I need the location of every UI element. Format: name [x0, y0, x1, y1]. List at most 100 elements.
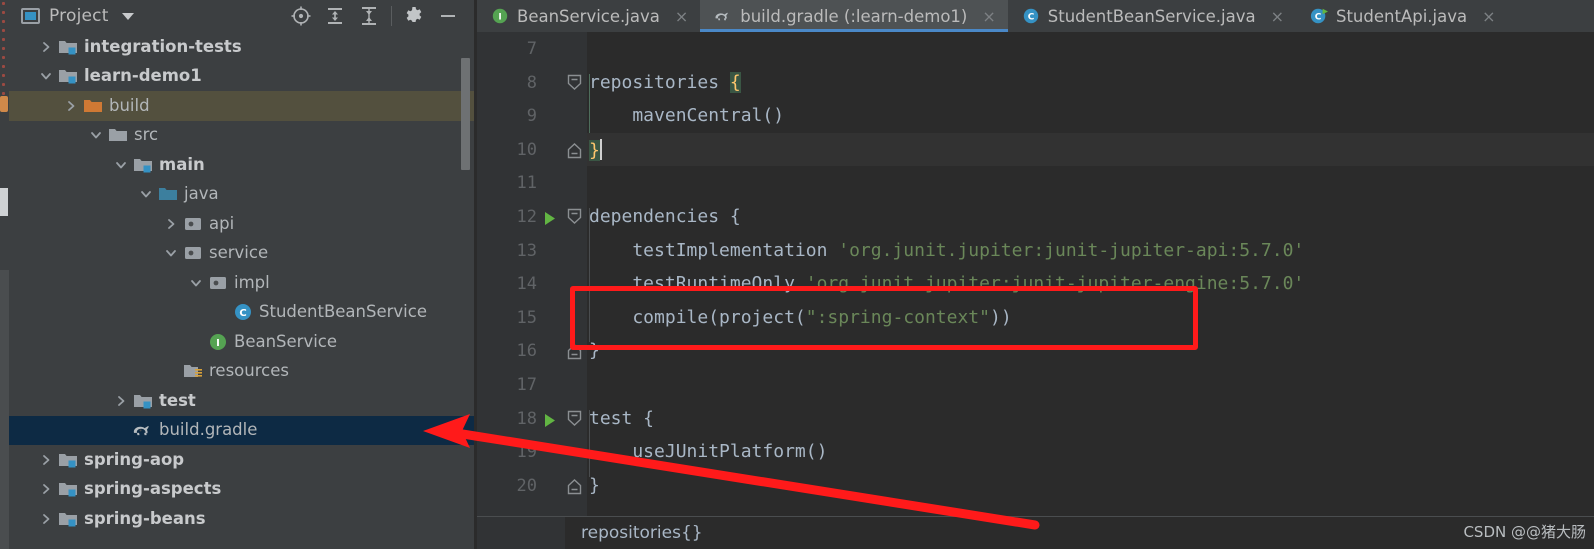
- tree-item-spring-aop[interactable]: spring-aop: [9, 445, 475, 475]
- tree-item-label: java: [184, 184, 219, 203]
- tree-item-main[interactable]: main: [9, 150, 475, 180]
- fold-expanded-icon[interactable]: [567, 208, 582, 230]
- code-line[interactable]: 17: [477, 368, 1594, 402]
- code-line[interactable]: 12 dependencies {: [477, 200, 1594, 234]
- code-text: testRuntimeOnly 'org.junit.jupiter:junit…: [589, 273, 1305, 295]
- code-line[interactable]: 11: [477, 166, 1594, 200]
- project-title-group[interactable]: Project: [9, 6, 134, 26]
- close-icon[interactable]: ×: [1482, 7, 1495, 26]
- rail-scroll-chip[interactable]: [0, 188, 8, 216]
- tree-item-test[interactable]: test: [9, 386, 475, 416]
- tree-item-label: BeanService: [234, 331, 338, 351]
- chevron-right-icon[interactable]: [60, 99, 82, 113]
- chevron-down-icon[interactable]: [160, 246, 182, 260]
- line-number: 15: [516, 307, 537, 328]
- tree-item-build-gradle[interactable]: build.gradle: [9, 415, 475, 445]
- chevron-down-icon[interactable]: [85, 128, 107, 142]
- code-line[interactable]: 16 }: [477, 334, 1594, 368]
- tree-item-label: integration-tests: [84, 36, 242, 56]
- tree-item-impl[interactable]: impl: [9, 268, 475, 298]
- run-gutter-icon[interactable]: [543, 413, 557, 432]
- fold-end-icon[interactable]: [567, 342, 582, 364]
- tree-item-studentbeanservice[interactable]: C StudentBeanService: [9, 298, 475, 328]
- fold-end-icon[interactable]: [567, 141, 582, 163]
- rail-accent-chip: [0, 96, 8, 112]
- tree-item-integration-tests[interactable]: integration-tests: [9, 32, 475, 62]
- close-icon[interactable]: ×: [1271, 7, 1284, 26]
- code-line[interactable]: 13 testImplementation 'org.junit.jupiter…: [477, 234, 1594, 268]
- string-literal: ":spring-context": [805, 306, 990, 328]
- chevron-down-icon[interactable]: [185, 276, 207, 290]
- close-icon[interactable]: ×: [982, 7, 995, 26]
- tree-item-label: service: [209, 243, 269, 262]
- code-line[interactable]: 10 }: [477, 132, 1594, 167]
- code-line[interactable]: 15 compile(project(":spring-context")): [477, 301, 1594, 335]
- project-panel-header: Project: [9, 0, 475, 32]
- code-editor[interactable]: 78 repositories {9 mavenCentral() 10 } 11 1…: [477, 32, 1594, 517]
- chevron-right-icon[interactable]: [35, 40, 57, 54]
- tree-item-label: build: [109, 95, 150, 115]
- chevron-right-icon[interactable]: [35, 512, 57, 526]
- chevron-right-icon[interactable]: [160, 217, 182, 231]
- chevron-down-icon[interactable]: [35, 69, 57, 83]
- expand-all-icon[interactable]: [318, 1, 352, 31]
- tree-item-spring-beans[interactable]: spring-beans: [9, 504, 475, 534]
- line-number: 14: [516, 274, 537, 295]
- chevron-right-icon[interactable]: [35, 482, 57, 496]
- resources-folder-icon: [182, 362, 204, 380]
- close-icon[interactable]: ×: [675, 7, 688, 26]
- code-line[interactable]: 19 useJUnitPlatform(): [477, 435, 1594, 469]
- tree-item-label: impl: [234, 272, 270, 292]
- interface-icon: I: [491, 7, 509, 25]
- tree-item-service[interactable]: service: [9, 239, 475, 269]
- chevron-right-icon[interactable]: [110, 394, 132, 408]
- code-line[interactable]: 7: [477, 32, 1594, 66]
- project-tree-scrollbar[interactable]: [461, 58, 470, 170]
- project-tree[interactable]: integration-tests learn-demo1 build src: [9, 32, 475, 549]
- editor-tab-studentbeanservice-java[interactable]: C StudentBeanService.java ×: [1007, 0, 1296, 32]
- line-number: 16: [516, 341, 537, 362]
- tree-item-beanservice[interactable]: I BeanService: [9, 327, 475, 357]
- tree-item-api[interactable]: api: [9, 209, 475, 239]
- rail-lower-section: [0, 270, 9, 549]
- editor-tab-studentapi-java[interactable]: C StudentApi.java ×: [1295, 0, 1508, 32]
- editor-tab-build-gradle-learn-demo1-[interactable]: build.gradle (:learn-demo1) ×: [700, 0, 1008, 32]
- runnable-class-icon: C: [1310, 7, 1328, 25]
- fold-end-icon[interactable]: [567, 477, 582, 499]
- locate-icon[interactable]: [284, 1, 318, 31]
- gear-icon[interactable]: [397, 1, 431, 31]
- folder-icon: [107, 126, 129, 144]
- caret-row-highlight: [587, 132, 1594, 167]
- module-folder-icon: [57, 480, 79, 498]
- fold-expanded-icon[interactable]: [567, 410, 582, 432]
- chevron-down-icon[interactable]: [135, 187, 157, 201]
- run-gutter-icon[interactable]: [543, 211, 557, 230]
- tree-item-learn-demo1[interactable]: learn-demo1: [9, 62, 475, 92]
- breadcrumb[interactable]: repositories{}: [565, 523, 703, 543]
- package-icon: [182, 244, 204, 262]
- code-text: }: [589, 340, 600, 362]
- toolbar-divider: [391, 6, 392, 26]
- code-line[interactable]: 9 mavenCentral(): [477, 99, 1594, 133]
- package-icon: [207, 274, 229, 292]
- code-lines[interactable]: 78 repositories {9 mavenCentral() 10 } 11 1…: [477, 32, 1594, 517]
- editor-tab-bar[interactable]: I BeanService.java × build.gradle (:learn…: [477, 0, 1594, 32]
- code-line[interactable]: 14 testRuntimeOnly 'org.junit.jupiter:ju…: [477, 267, 1594, 301]
- collapse-all-icon[interactable]: [352, 1, 386, 31]
- minimize-icon[interactable]: [431, 1, 465, 31]
- tree-item-java[interactable]: java: [9, 180, 475, 210]
- code-line[interactable]: 8 repositories {: [477, 66, 1594, 100]
- chevron-down-icon[interactable]: [121, 12, 134, 20]
- editor-tab-beanservice-java[interactable]: I BeanService.java ×: [477, 0, 701, 32]
- code-line[interactable]: 20 }: [477, 469, 1594, 503]
- string-literal: 'org.junit.jupiter:junit-jupiter-engine:…: [805, 273, 1305, 295]
- chevron-right-icon[interactable]: [35, 453, 57, 467]
- tree-item-src[interactable]: src: [9, 121, 475, 151]
- tree-item-build[interactable]: build: [9, 91, 475, 121]
- tree-item-spring-aspects[interactable]: spring-aspects: [9, 475, 475, 505]
- line-number: 17: [516, 374, 537, 395]
- chevron-down-icon[interactable]: [110, 158, 132, 172]
- code-line[interactable]: 18 test {: [477, 402, 1594, 436]
- tree-item-resources[interactable]: resources: [9, 357, 475, 387]
- fold-expanded-icon[interactable]: [567, 74, 582, 96]
